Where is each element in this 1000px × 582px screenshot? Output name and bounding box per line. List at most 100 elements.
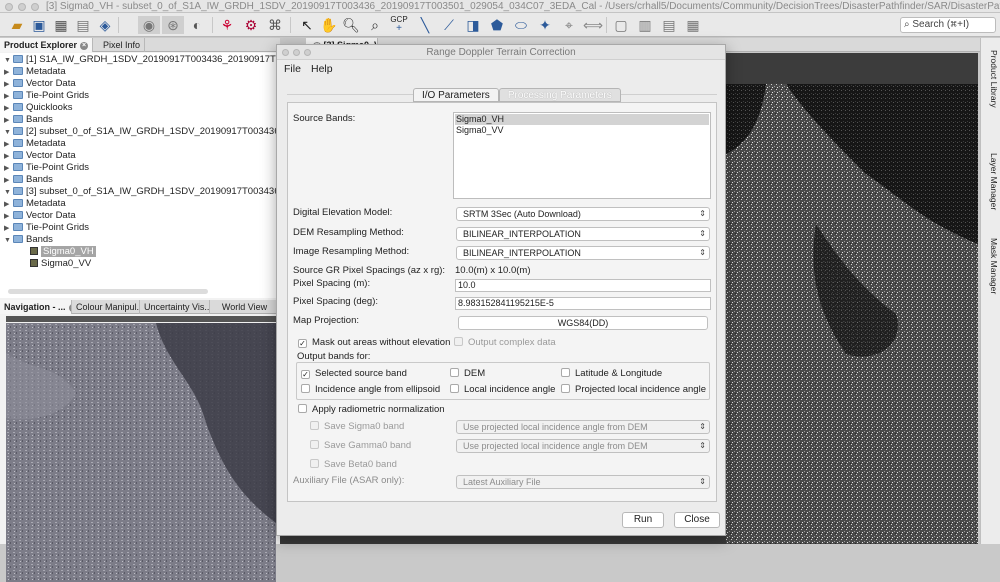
save-sigma0-select[interactable]: Use projected local incidence angle from…: [456, 420, 710, 434]
tree-item-product-3[interactable]: ▼ [3] subset_0_of_S1A_IW_GRDH_1SDV_201909…: [4, 186, 280, 198]
list-item-sigma0-vv[interactable]: Sigma0_VV: [455, 125, 709, 136]
export-icon[interactable]: ▤: [74, 16, 92, 34]
aux-file-select[interactable]: Latest Auxiliary File ⇕: [456, 475, 710, 489]
tab-navigation[interactable]: Navigation - ...×: [0, 300, 72, 314]
source-bands-list[interactable]: Sigma0_VH Sigma0_VV: [453, 112, 711, 199]
pixel-spacing-deg-input[interactable]: 8.983152841195215E-5: [455, 297, 711, 310]
tree-item-product-1[interactable]: ▼ [1] S1A_IW_GRDH_1SDV_20190917T003436_20…: [4, 54, 280, 66]
tree-item-metadata[interactable]: ▶ Metadata: [4, 198, 66, 210]
close-dialog-icon[interactable]: [282, 49, 289, 56]
local-incidence-angle-checkbox[interactable]: Local incidence angle: [450, 384, 555, 395]
tile-horizontal-icon[interactable]: ▥: [636, 16, 654, 34]
tree-item-vector-data[interactable]: ▶ Vector Data: [4, 78, 76, 90]
batch-processing-icon[interactable]: ⚙: [242, 16, 260, 34]
tree-item-product-2[interactable]: ▼ [2] subset_0_of_S1A_IW_GRDH_1SDV_201909…: [4, 126, 280, 138]
tab-pixel-info[interactable]: Pixel Info: [93, 38, 146, 52]
tree-item-band-sigma0-vv[interactable]: Sigma0_VV: [30, 258, 91, 270]
save-gamma0-select[interactable]: Use projected local incidence angle from…: [456, 439, 710, 453]
open-product-icon[interactable]: ▰: [8, 16, 26, 34]
tile-single-icon[interactable]: ▢: [612, 16, 630, 34]
polygon-tool-icon[interactable]: ⬟: [488, 16, 506, 34]
mask-elevation-checkbox[interactable]: ✓ Mask out areas without elevation: [298, 337, 450, 348]
tab-io-parameters[interactable]: I/O Parameters: [413, 88, 499, 102]
pin-tool-icon[interactable]: ⌖: [560, 16, 578, 34]
pixel-spacing-m-input[interactable]: 10.0: [455, 279, 711, 292]
layers-icon[interactable]: ◈: [96, 16, 114, 34]
tab-product-library[interactable]: Product Library: [983, 50, 999, 108]
minimize-dialog-icon[interactable]: [293, 49, 300, 56]
globe-icon[interactable]: ◐: [188, 16, 206, 34]
tile-vertical-icon[interactable]: ▤: [660, 16, 678, 34]
tree-horizontal-scrollbar[interactable]: [8, 289, 208, 294]
save-gamma0-checkbox[interactable]: Save Gamma0 band: [310, 440, 411, 451]
tab-processing-parameters[interactable]: Processing Parameters: [498, 88, 621, 102]
tree-item-tie-point-grids[interactable]: ▶ Tie-Point Grids: [4, 162, 89, 174]
tab-product-explorer[interactable]: Product Explorer ×: [0, 38, 94, 52]
image-resampling-select[interactable]: BILINEAR_INTERPOLATION ⇕: [456, 246, 710, 260]
output-complex-checkbox[interactable]: Output complex data: [454, 337, 556, 348]
tree-item-bands[interactable]: ▶ Bands: [4, 114, 53, 126]
close-icon[interactable]: ×: [80, 41, 89, 50]
search-input[interactable]: ⌕ Search (⌘+I): [900, 17, 996, 33]
close-window-icon[interactable]: [5, 3, 13, 11]
tree-item-vector-data[interactable]: ▶ Vector Data: [4, 150, 76, 162]
dem-resampling-select[interactable]: BILINEAR_INTERPOLATION ⇕: [456, 227, 710, 241]
navigation-preview[interactable]: [6, 323, 276, 582]
minimize-window-icon[interactable]: [18, 3, 26, 11]
selected-source-band-checkbox[interactable]: ✓ Selected source band: [301, 368, 407, 379]
save-beta0-checkbox[interactable]: Save Beta0 band: [310, 459, 397, 470]
radiometric-normalization-checkbox[interactable]: Apply radiometric normalization: [298, 404, 445, 415]
list-item-sigma0-vh[interactable]: Sigma0_VH: [455, 114, 709, 125]
tree-item-band-sigma0-vh[interactable]: Sigma0_VH: [30, 246, 96, 258]
tab-world-view[interactable]: World View: [210, 300, 280, 314]
view-icon[interactable]: ◉: [138, 16, 160, 34]
gcp-icon[interactable]: GCP +: [390, 16, 408, 34]
graph-icon[interactable]: ⌘: [266, 16, 284, 34]
save-sigma0-checkbox[interactable]: Save Sigma0 band: [310, 421, 404, 432]
pixel-spacing-m-label: Pixel Spacing (m):: [293, 278, 371, 289]
zoom-icon[interactable]: 🔍︎: [342, 16, 360, 34]
sync-view-icon[interactable]: ⊛: [162, 16, 184, 34]
lat-lon-checkbox[interactable]: Latitude & Longitude: [561, 368, 662, 379]
tree-item-vector-data[interactable]: ▶ Vector Data: [4, 210, 76, 222]
tab-uncertainty-visualisation[interactable]: Uncertainty Vis...: [140, 300, 210, 314]
close-button[interactable]: Close: [674, 512, 720, 528]
graph-builder-icon[interactable]: ⚘: [218, 16, 236, 34]
reopen-icon[interactable]: ▣: [30, 16, 48, 34]
tree-item-bands[interactable]: ▶ Bands: [4, 174, 53, 186]
map-projection-button[interactable]: WGS84(DD): [458, 316, 708, 330]
ellipse-tool-icon[interactable]: ⬭: [512, 16, 530, 34]
save-icon[interactable]: ▦: [52, 16, 70, 34]
zoom-window-icon[interactable]: [31, 3, 39, 11]
tree-item-tie-point-grids[interactable]: ▶ Tie-Point Grids: [4, 222, 89, 234]
tab-layer-manager[interactable]: Layer Manager: [983, 153, 999, 210]
dialog-title: Range Doppler Terrain Correction: [426, 47, 576, 58]
zoom-tool-icon[interactable]: ⌕: [366, 16, 384, 34]
range-finder-icon[interactable]: ⟺: [583, 16, 603, 34]
tree-item-quicklooks[interactable]: ▶ Quicklooks: [4, 102, 72, 114]
select-icon[interactable]: ↖: [298, 16, 316, 34]
dem-band-checkbox[interactable]: DEM: [450, 368, 485, 379]
tile-grid-icon[interactable]: ▦: [684, 16, 702, 34]
chevron-down-icon[interactable]: ▼: [4, 235, 13, 247]
dem-select[interactable]: SRTM 3Sec (Auto Download) ⇕: [456, 207, 710, 221]
tree-item-metadata[interactable]: ▶ Metadata: [4, 66, 66, 78]
toolbar-separator: [606, 17, 607, 33]
rectangle-tool-icon[interactable]: ◨: [464, 16, 482, 34]
tab-mask-manager[interactable]: Mask Manager: [983, 238, 999, 294]
line-tool-icon[interactable]: ╲: [416, 16, 434, 34]
tree-item-bands[interactable]: ▼ Bands: [4, 234, 53, 246]
zoom-dialog-icon[interactable]: [304, 49, 311, 56]
pan-icon[interactable]: ✋: [320, 16, 338, 34]
menu-help[interactable]: Help: [311, 63, 333, 75]
projected-local-incidence-angle-checkbox[interactable]: Projected local incidence angle: [561, 384, 706, 395]
menu-file[interactable]: File: [284, 63, 301, 75]
incidence-angle-ellipsoid-checkbox[interactable]: Incidence angle from ellipsoid: [301, 384, 440, 395]
magic-wand-icon[interactable]: ✦: [536, 16, 554, 34]
sar-image-view[interactable]: [726, 84, 978, 544]
polyline-tool-icon[interactable]: ⟋: [440, 16, 458, 34]
tree-item-metadata[interactable]: ▶ Metadata: [4, 138, 66, 150]
tab-colour-manipulation[interactable]: Colour Manipul...: [72, 300, 140, 314]
run-button[interactable]: Run: [622, 512, 664, 528]
tree-item-tie-point-grids[interactable]: ▶ Tie-Point Grids: [4, 90, 89, 102]
